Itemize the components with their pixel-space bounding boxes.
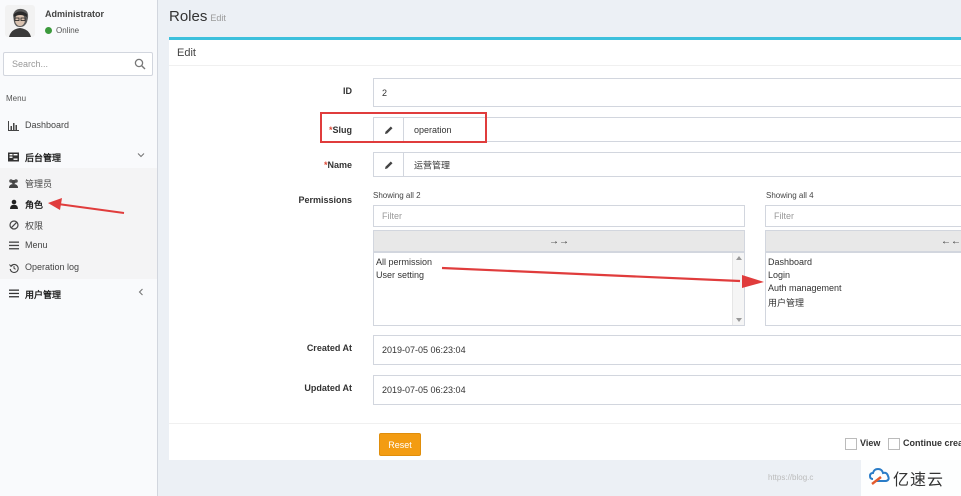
updated-at-label: Updated At — [304, 383, 352, 393]
list-item[interactable]: Dashboard — [768, 257, 812, 267]
created-at-value: 2019-07-05 06:23:04 — [382, 345, 466, 355]
move-all-right-button[interactable]: →→ — [373, 230, 745, 252]
box-footer: Reset View Continue crea — [169, 423, 961, 463]
permissions-label: Permissions — [298, 195, 352, 205]
list-item[interactable]: Auth management — [768, 283, 842, 293]
users-icon — [8, 177, 19, 188]
list-item[interactable]: All permission — [376, 257, 432, 267]
sidebar-item-label: 管理员 — [25, 179, 53, 189]
left-showing-count: Showing all 2 — [373, 191, 421, 200]
box-header: Edit — [169, 40, 961, 66]
scrollbar[interactable] — [732, 253, 744, 325]
reset-button[interactable]: Reset — [379, 433, 421, 456]
user-panel: Administrator Online — [0, 0, 158, 46]
chevron-down-icon — [137, 151, 145, 161]
continue-creating-checkbox[interactable] — [888, 438, 900, 450]
sidebar-item-roles[interactable]: 角色 — [0, 193, 157, 215]
bar-chart-icon — [8, 120, 19, 131]
name-label-text: Name — [327, 160, 352, 170]
history-icon — [8, 262, 19, 273]
sidebar-item-label: Operation log — [25, 262, 80, 272]
view-checkbox-label: View — [860, 438, 881, 448]
sidebar-item-label: 权限 — [25, 221, 44, 231]
sidebar-item-permissions[interactable]: 权限 — [0, 214, 157, 236]
menu-header: Menu — [6, 94, 27, 103]
sidebar-item-label: Dashboard — [25, 120, 70, 130]
page-title: Roles — [169, 8, 208, 25]
sidebar-search — [3, 52, 153, 76]
right-filter-input[interactable] — [766, 206, 961, 226]
id-label: ID — [343, 86, 352, 96]
ban-icon — [8, 219, 19, 230]
view-checkbox[interactable] — [845, 438, 857, 450]
sidebar-item-backend-admin[interactable]: 后台管理 — [0, 146, 157, 168]
right-filter — [765, 205, 961, 227]
tasks-icon — [8, 151, 19, 162]
watermark-logo-text: 亿速云 — [893, 471, 945, 489]
created-at-label: Created At — [306, 343, 352, 353]
continue-creating-label: Continue crea — [903, 438, 961, 448]
page-subtitle: Edit — [210, 13, 226, 23]
search-icon[interactable] — [134, 58, 146, 70]
sidebar-item-dashboard[interactable]: Dashboard — [0, 115, 157, 137]
sidebar: Administrator Online Menu Dashboard 后台管理 — [0, 0, 158, 496]
chevron-left-icon — [137, 288, 145, 298]
search-input[interactable] — [4, 53, 128, 75]
pencil-icon — [374, 153, 404, 176]
content-header: Roles Edit — [169, 8, 226, 25]
sidebar-item-operation-log[interactable]: Operation log — [0, 257, 157, 279]
user-status-text: Online — [56, 26, 80, 35]
created-at-field[interactable]: 2019-07-05 06:23:04 — [373, 335, 961, 365]
avatar — [5, 5, 35, 37]
sidebar-item-user-management[interactable]: 用户管理 — [0, 283, 157, 305]
cloud-logo-icon — [869, 467, 890, 485]
scroll-up-icon[interactable] — [736, 256, 742, 260]
list-item[interactable]: 用户管理 — [768, 296, 804, 309]
user-name: Administrator — [45, 9, 105, 19]
name-label: *Name — [272, 160, 352, 170]
watermark-url: https://blog.c — [768, 473, 814, 482]
scroll-down-icon[interactable] — [736, 318, 742, 322]
user-status: Online — [45, 26, 79, 35]
bars-icon — [8, 240, 19, 251]
name-value: 运营管理 — [414, 160, 451, 170]
sidebar-item-label: 角色 — [25, 200, 44, 210]
user-icon — [8, 198, 19, 209]
left-filter — [373, 205, 745, 227]
sidebar-item-menu[interactable]: Menu — [0, 235, 157, 257]
available-permissions-list[interactable]: All permission User setting — [373, 252, 745, 326]
name-field[interactable]: 运营管理 — [373, 152, 961, 177]
list-item[interactable]: User setting — [376, 270, 424, 280]
move-all-left-button[interactable]: ←← — [765, 230, 961, 252]
edit-form-box: Edit ID 2 *Slug operation *Name 运营管理 Per… — [169, 37, 961, 460]
watermark-logo: 亿速云 — [861, 459, 961, 496]
sidebar-item-label: 用户管理 — [25, 290, 62, 300]
selected-permissions-list[interactable]: Dashboard Login Auth management 用户管理 — [765, 252, 961, 326]
bars-icon — [8, 288, 19, 299]
online-status-icon — [45, 27, 52, 34]
box-title: Edit — [177, 47, 196, 59]
id-value: 2 — [382, 87, 388, 98]
annotation-highlight-box — [320, 112, 487, 143]
id-field[interactable]: 2 — [373, 78, 961, 107]
list-item[interactable]: Login — [768, 270, 790, 280]
right-showing-count: Showing all 4 — [766, 191, 814, 200]
left-filter-input[interactable] — [374, 206, 744, 226]
sidebar-item-label: Menu — [25, 240, 48, 250]
sidebar-item-label: 后台管理 — [25, 153, 62, 163]
sidebar-item-administrators[interactable]: 管理员 — [0, 172, 157, 194]
updated-at-value: 2019-07-05 06:23:04 — [382, 385, 466, 395]
updated-at-field[interactable]: 2019-07-05 06:23:04 — [373, 375, 961, 405]
